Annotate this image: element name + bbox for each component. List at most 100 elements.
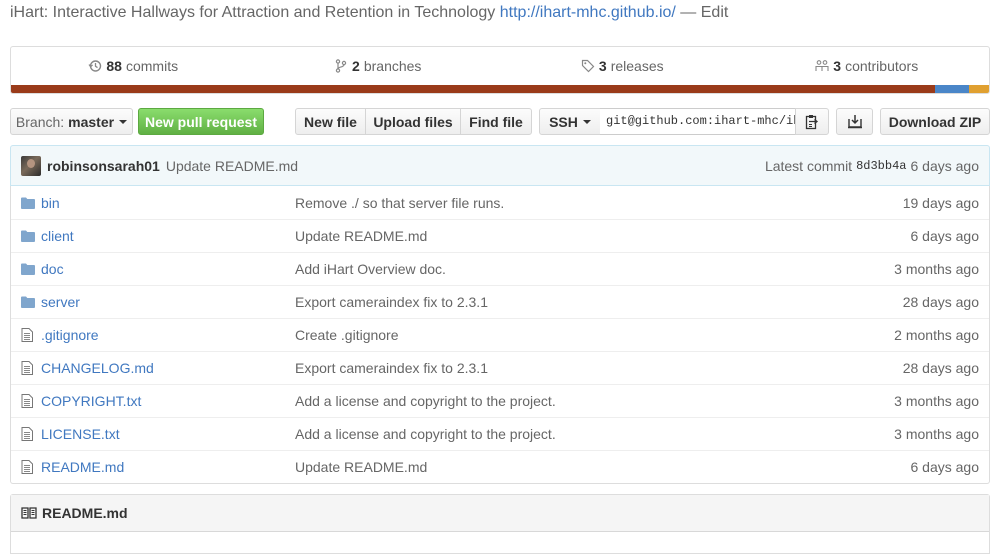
file-age: 28 days ago bbox=[902, 294, 979, 310]
find-file-button[interactable]: Find file bbox=[460, 108, 532, 135]
commit-author-link[interactable]: robinsonsarah01 bbox=[47, 158, 160, 174]
copy-clone-url-button[interactable] bbox=[795, 108, 829, 135]
readme-header: README.md bbox=[11, 495, 989, 532]
repo-homepage-link[interactable]: http://ihart-mhc.github.io/ bbox=[500, 4, 676, 21]
clone-url-input[interactable]: git@github.com:ihart-mhc/ihart.git bbox=[600, 108, 796, 135]
file-commit-message-link[interactable]: Remove ./ so that server file runs. bbox=[295, 195, 859, 211]
file-name-link[interactable]: bin bbox=[41, 195, 295, 211]
commit-message-link[interactable]: Update README.md bbox=[166, 158, 298, 174]
table-row: server Export cameraindex fix to 2.3.1 28 … bbox=[11, 285, 989, 318]
file-commit-message-link[interactable]: Export cameraindex fix to 2.3.1 bbox=[295, 360, 859, 376]
branch-prefix: Branch: bbox=[15, 113, 65, 130]
repo-stats-summary: 88 commits 2 branches 3 releases 3 contr… bbox=[10, 46, 990, 94]
new-file-button[interactable]: New file bbox=[295, 108, 366, 135]
book-icon bbox=[21, 507, 37, 519]
table-row: CHANGELOG.md Export cameraindex fix to 2.… bbox=[11, 351, 989, 384]
file-name-link[interactable]: server bbox=[41, 294, 295, 310]
download-zip-button[interactable]: Download ZIP bbox=[880, 108, 990, 135]
file-name-link[interactable]: doc bbox=[41, 261, 295, 277]
commits-count: 88 bbox=[106, 58, 122, 74]
clone-protocol-label: SSH bbox=[549, 113, 578, 130]
file-commit-message-link[interactable]: Update README.md bbox=[295, 459, 859, 475]
file-commit-message-link[interactable]: Export cameraindex fix to 2.3.1 bbox=[295, 294, 859, 310]
avatar[interactable] bbox=[21, 155, 41, 176]
readme-panel: README.md bbox=[10, 494, 990, 554]
language-bar[interactable] bbox=[11, 85, 989, 93]
new-pull-request-button[interactable]: New pull request bbox=[138, 108, 264, 135]
clone-protocol-select[interactable]: SSH bbox=[539, 108, 601, 135]
releases-count: 3 bbox=[598, 58, 607, 74]
table-row: bin Remove ./ so that server file runs. 19… bbox=[11, 186, 989, 219]
file-name-link[interactable]: .gitignore bbox=[41, 327, 295, 343]
desktop-download-icon bbox=[847, 115, 862, 129]
table-row: LICENSE.txt Add a license and copyright t… bbox=[11, 417, 989, 450]
file-age: 2 months ago bbox=[894, 327, 979, 343]
file-commit-message-link[interactable]: Add iHart Overview doc. bbox=[295, 261, 859, 277]
readme-title: README.md bbox=[42, 505, 128, 521]
file-age: 6 days ago bbox=[910, 228, 980, 244]
file-age: 6 days ago bbox=[910, 459, 980, 475]
branches-label: branches bbox=[363, 58, 422, 74]
contributors-count: 3 bbox=[833, 58, 842, 74]
repo-description-text: iHart: Interactive Hallways for Attracti… bbox=[10, 4, 496, 21]
latest-commit-label: Latest commit bbox=[764, 157, 853, 174]
file-icon bbox=[11, 394, 41, 408]
releases-label: releases bbox=[610, 58, 664, 74]
commit-sha-link[interactable]: 8d3bb4a bbox=[856, 159, 906, 173]
file-commit-message-link[interactable]: Add a license and copyright to the proje… bbox=[295, 426, 859, 442]
clipboard-icon bbox=[805, 114, 819, 129]
branches-count: 2 bbox=[352, 58, 360, 74]
folder-icon bbox=[11, 296, 41, 308]
file-name-link[interactable]: README.md bbox=[41, 459, 295, 475]
language-bar-segment[interactable] bbox=[935, 85, 969, 93]
file-age: 3 months ago bbox=[894, 393, 979, 409]
table-row: doc Add iHart Overview doc. 3 months ago bbox=[11, 252, 989, 285]
history-icon bbox=[88, 60, 102, 72]
branch-name: master bbox=[68, 113, 115, 130]
folder-icon bbox=[11, 230, 41, 242]
commits-label: commits bbox=[125, 58, 179, 74]
folder-icon bbox=[11, 197, 41, 209]
table-row: client Update README.md 6 days ago bbox=[11, 219, 989, 252]
folder-icon bbox=[11, 263, 41, 275]
file-commit-message-link[interactable]: Create .gitignore bbox=[295, 327, 859, 343]
branch-select-button[interactable]: Branch: master bbox=[10, 108, 133, 135]
chevron-down-icon bbox=[119, 119, 128, 124]
table-row: README.md Update README.md 6 days ago bbox=[11, 450, 989, 483]
commit-age: 6 days ago bbox=[910, 157, 980, 174]
file-name-link[interactable]: LICENSE.txt bbox=[41, 426, 295, 442]
file-name-link[interactable]: COPYRIGHT.txt bbox=[41, 393, 295, 409]
file-icon bbox=[11, 427, 41, 441]
file-name-link[interactable]: client bbox=[41, 228, 295, 244]
file-list: bin Remove ./ so that server file runs. 19… bbox=[10, 186, 990, 484]
chevron-down-icon bbox=[582, 119, 591, 124]
language-bar-segment[interactable] bbox=[969, 85, 989, 93]
file-age: 19 days ago bbox=[902, 194, 979, 211]
table-row: .gitignore Create .gitignore 2 months ago bbox=[11, 318, 989, 351]
contributors-link[interactable]: 3 contributors bbox=[745, 47, 990, 85]
tag-icon bbox=[581, 59, 595, 73]
file-icon bbox=[11, 361, 41, 375]
organization-icon bbox=[815, 60, 829, 71]
repo-description: iHart: Interactive Hallways for Attracti… bbox=[10, 4, 728, 22]
file-navigation: Branch: master New pull request New file… bbox=[10, 108, 990, 135]
edit-description-button[interactable]: — Edit bbox=[680, 4, 728, 21]
branch-icon bbox=[335, 59, 347, 73]
language-bar-segment[interactable] bbox=[11, 85, 935, 93]
latest-commit-bar: robinsonsarah01 Update README.md Latest … bbox=[10, 145, 990, 186]
file-age: 3 months ago bbox=[894, 261, 979, 277]
file-commit-message-link[interactable]: Update README.md bbox=[295, 228, 859, 244]
contributors-label: contributors bbox=[845, 58, 919, 74]
table-row: COPYRIGHT.txt Add a license and copyright… bbox=[11, 384, 989, 417]
file-age: 3 months ago bbox=[894, 426, 979, 442]
file-age: 28 days ago bbox=[902, 360, 979, 376]
file-icon bbox=[11, 460, 41, 474]
upload-files-button[interactable]: Upload files bbox=[365, 108, 461, 135]
open-in-desktop-button[interactable] bbox=[836, 108, 873, 135]
file-name-link[interactable]: CHANGELOG.md bbox=[41, 360, 295, 376]
file-commit-message-link[interactable]: Add a license and copyright to the proje… bbox=[295, 393, 859, 409]
commits-link[interactable]: 88 commits bbox=[11, 47, 256, 85]
branches-link[interactable]: 2 branches bbox=[256, 47, 501, 85]
file-icon bbox=[11, 328, 41, 342]
releases-link[interactable]: 3 releases bbox=[500, 47, 745, 85]
